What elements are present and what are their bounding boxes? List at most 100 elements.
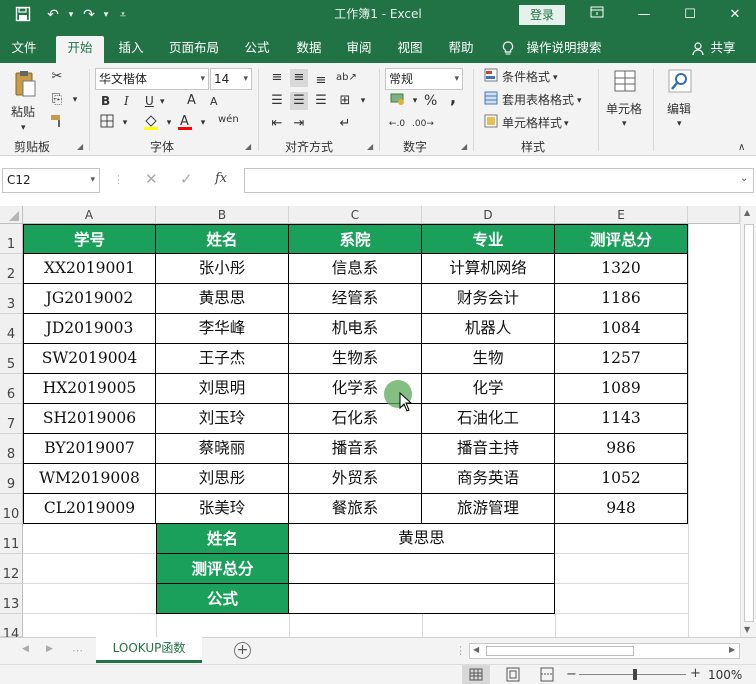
cancel-icon[interactable]: ✕: [145, 170, 158, 188]
align-left-icon[interactable]: ☰: [268, 92, 286, 110]
paste-dropdown-icon[interactable]: ▾: [21, 119, 26, 137]
table-cell[interactable]: 1257: [555, 344, 688, 374]
merge-center-icon[interactable]: ⊞: [336, 92, 354, 110]
format-painter-icon[interactable]: [48, 114, 66, 132]
table-cell[interactable]: 石油化工: [422, 404, 555, 434]
percent-button[interactable]: %: [424, 92, 437, 110]
table-cell[interactable]: 1089: [555, 374, 688, 404]
underline-dropdown-icon[interactable]: ▾: [160, 93, 165, 111]
enter-icon[interactable]: ✓: [180, 170, 193, 188]
zoom-slider-thumb[interactable]: [633, 669, 637, 680]
table-cell[interactable]: 1320: [555, 254, 688, 284]
font-color-icon[interactable]: A: [176, 113, 194, 131]
copy-dropdown-icon[interactable]: ▾: [66, 91, 84, 109]
row-header[interactable]: 7: [0, 404, 23, 434]
tab-view[interactable]: 视图: [391, 36, 429, 63]
alignment-launcher-icon[interactable]: ◢: [367, 142, 373, 151]
sheet-tab-lookup[interactable]: LOOKUP函数: [96, 637, 202, 663]
table-cell[interactable]: 王子杰: [156, 344, 289, 374]
tab-data[interactable]: 数据: [290, 36, 328, 63]
page-break-view-icon[interactable]: [537, 665, 557, 684]
zoom-in-icon[interactable]: +: [690, 666, 701, 681]
format-as-table-button[interactable]: 套用表格格式: [502, 91, 574, 109]
table-cell[interactable]: 1143: [555, 404, 688, 434]
table-cell[interactable]: 播音系: [289, 434, 422, 464]
lookup-label-cell[interactable]: 姓名: [156, 524, 289, 554]
lookup-label-cell[interactable]: 公式: [156, 584, 289, 614]
tell-me-search[interactable]: 操作说明搜索: [524, 36, 604, 63]
scroll-up-icon[interactable]: ▲: [744, 208, 750, 217]
row-header[interactable]: 4: [0, 314, 23, 344]
paste-icon[interactable]: [12, 69, 38, 99]
number-format-select[interactable]: 常规 ▾: [385, 68, 463, 90]
table-header-cell[interactable]: 学号: [23, 224, 156, 254]
table-cell[interactable]: 948: [555, 494, 688, 524]
chevron-down-icon[interactable]: ▾: [577, 92, 582, 110]
redo-icon[interactable]: ↷: [80, 6, 98, 24]
table-cell[interactable]: 餐旅系: [289, 494, 422, 524]
grow-font-button[interactable]: A: [187, 92, 196, 110]
zoom-level[interactable]: 100%: [708, 668, 742, 682]
column-header-f[interactable]: [688, 206, 740, 224]
table-cell[interactable]: 经管系: [289, 284, 422, 314]
column-header-b[interactable]: B: [156, 206, 289, 224]
row-header[interactable]: 13: [0, 584, 23, 614]
clipboard-launcher-icon[interactable]: ◢: [77, 142, 83, 151]
underline-button[interactable]: U: [145, 92, 154, 110]
table-cell[interactable]: 1186: [555, 284, 688, 314]
redo-dropdown-icon[interactable]: ▾: [97, 6, 115, 24]
row-header[interactable]: 1: [0, 224, 23, 254]
add-sheet-icon[interactable]: +: [234, 642, 251, 659]
table-header-cell[interactable]: 姓名: [156, 224, 289, 254]
chevron-down-icon[interactable]: ▾: [677, 115, 682, 133]
column-header-c[interactable]: C: [289, 206, 422, 224]
currency-dropdown-icon[interactable]: ▾: [406, 92, 424, 110]
row-header[interactable]: 8: [0, 434, 23, 464]
table-cell[interactable]: 1052: [555, 464, 688, 494]
table-cell[interactable]: WM2019008: [23, 464, 156, 494]
tab-insert[interactable]: 插入: [112, 36, 150, 63]
table-cell[interactable]: JD2019003: [23, 314, 156, 344]
wrap-text-icon[interactable]: ↵: [336, 115, 354, 133]
table-cell[interactable]: XX2019001: [23, 254, 156, 284]
table-cell[interactable]: 机电系: [289, 314, 422, 344]
fill-color-icon[interactable]: [142, 114, 160, 132]
number-launcher-icon[interactable]: ◢: [461, 142, 467, 151]
phonetic-button[interactable]: wén: [218, 111, 239, 129]
table-cell[interactable]: 刘玉玲: [156, 404, 289, 434]
page-layout-view-icon[interactable]: [503, 665, 523, 684]
maximize-icon[interactable]: ☐: [679, 5, 701, 25]
table-cell[interactable]: BY2019007: [23, 434, 156, 464]
chevron-down-icon[interactable]: ▾: [564, 115, 569, 133]
more-sheets-icon[interactable]: ⋯: [72, 644, 83, 657]
save-icon[interactable]: [14, 6, 32, 24]
borders-dropdown-icon[interactable]: ▾: [116, 114, 134, 132]
row-header[interactable]: 5: [0, 344, 23, 374]
italic-button[interactable]: I: [124, 92, 129, 110]
insert-function-button[interactable]: fx: [215, 171, 227, 186]
row-header[interactable]: 14: [0, 614, 23, 642]
row-header[interactable]: 2: [0, 254, 23, 284]
scroll-left-icon[interactable]: ◀: [473, 645, 479, 654]
customize-icon[interactable]: ⩡: [114, 6, 132, 24]
lookup-value-cell[interactable]: [289, 584, 555, 614]
lookup-label-cell[interactable]: 测评总分: [156, 554, 289, 584]
tab-help[interactable]: 帮助: [441, 36, 481, 63]
decrease-indent-icon[interactable]: ⇤: [268, 115, 286, 133]
row-header[interactable]: 11: [0, 524, 23, 554]
table-header-cell[interactable]: 测评总分: [555, 224, 688, 254]
increase-indent-icon[interactable]: ⇥: [290, 115, 308, 133]
normal-view-icon[interactable]: [462, 665, 490, 684]
font-name-select[interactable]: 华文楷体 ▾: [95, 68, 209, 90]
tab-page-layout[interactable]: 页面布局: [164, 36, 224, 63]
table-cell[interactable]: 李华峰: [156, 314, 289, 344]
table-cell[interactable]: 张美玲: [156, 494, 289, 524]
cell-styles-button[interactable]: 单元格样式: [502, 114, 562, 132]
table-cell[interactable]: 1084: [555, 314, 688, 344]
tab-home[interactable]: 开始: [56, 36, 104, 63]
next-sheet-icon[interactable]: ▶: [46, 644, 53, 654]
row-header[interactable]: 9: [0, 464, 23, 494]
name-box[interactable]: C12 ▾: [2, 168, 100, 193]
chevron-down-icon[interactable]: ▾: [622, 115, 627, 133]
login-button[interactable]: 登录: [519, 5, 565, 25]
